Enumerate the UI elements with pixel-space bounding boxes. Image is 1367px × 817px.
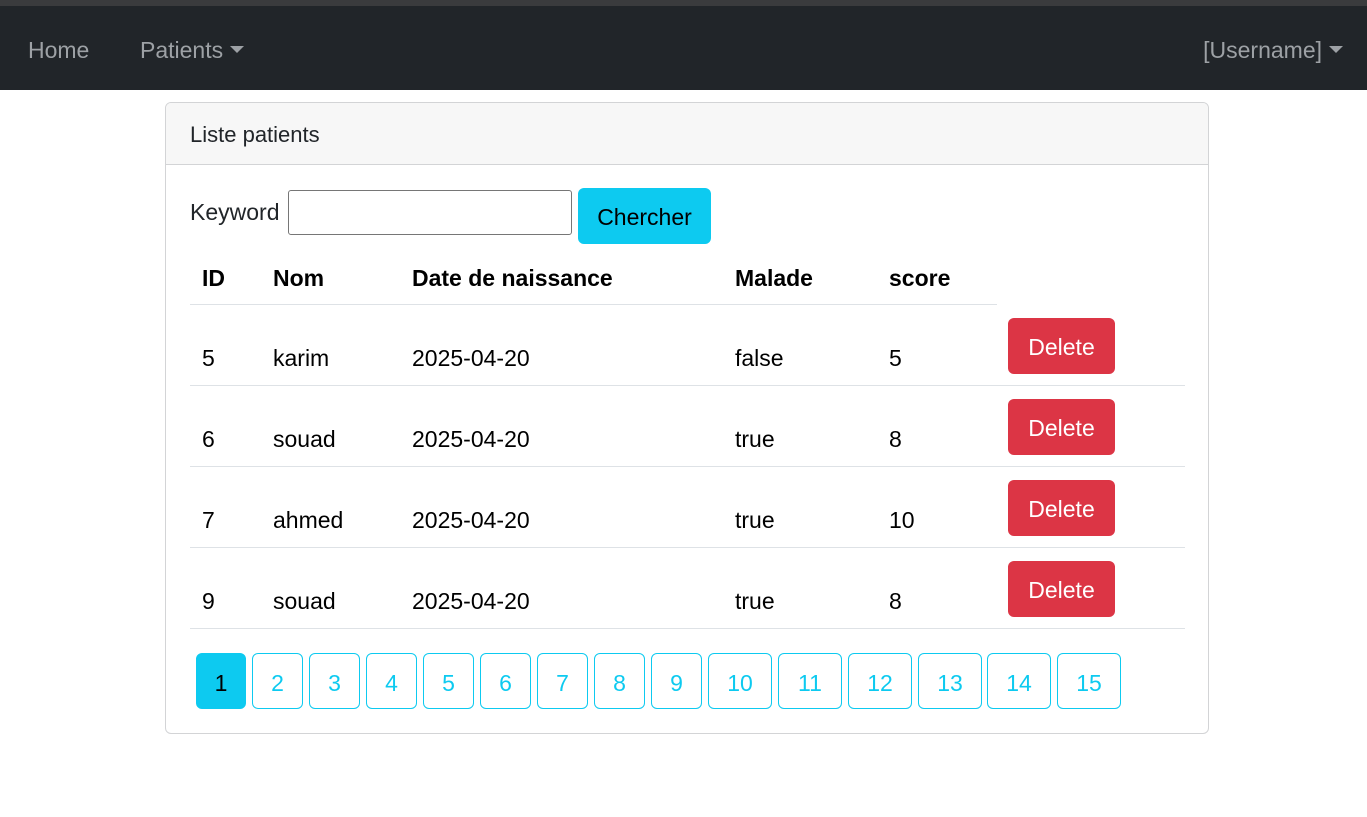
column-header-id: ID <box>202 265 225 291</box>
card-title: Liste patients <box>166 103 1208 165</box>
search-button[interactable]: Chercher <box>578 188 711 244</box>
delete-button[interactable]: Delete <box>1008 480 1115 536</box>
table-row: 7 ahmed 2025-04-20 true 10 Delete <box>190 467 1185 548</box>
cell-malade: true <box>735 507 775 533</box>
cell-nom: souad <box>273 426 336 452</box>
table-row: 6 souad 2025-04-20 true 8 Delete <box>190 386 1185 467</box>
caret-down-icon <box>230 46 245 54</box>
page-button-10[interactable]: 10 <box>708 653 772 709</box>
page-button-14[interactable]: 14 <box>987 653 1051 709</box>
cell-score: 5 <box>889 345 902 371</box>
nav-home-link[interactable]: Home <box>28 6 89 90</box>
cell-id: 7 <box>202 507 215 533</box>
delete-button[interactable]: Delete <box>1008 399 1115 455</box>
cell-malade: false <box>735 345 784 371</box>
delete-button[interactable]: Delete <box>1008 561 1115 617</box>
keyword-input[interactable] <box>288 190 572 235</box>
column-header-malade: Malade <box>735 265 813 291</box>
navbar: Home Patients [Username] <box>0 6 1367 90</box>
nav-user-label: [Username] <box>1203 37 1322 63</box>
page-button-8[interactable]: 8 <box>594 653 645 709</box>
page-button-7[interactable]: 7 <box>537 653 588 709</box>
table-row: 9 souad 2025-04-20 true 8 Delete <box>190 548 1185 629</box>
keyword-label: Keyword <box>190 199 280 225</box>
cell-nom: ahmed <box>273 507 344 533</box>
page-button-5[interactable]: 5 <box>423 653 474 709</box>
nav-patients-label: Patients <box>140 37 224 63</box>
cell-score: 10 <box>889 507 915 533</box>
cell-id: 6 <box>202 426 215 452</box>
cell-nom: souad <box>273 588 336 614</box>
column-header-score: score <box>889 265 951 291</box>
page-button-1[interactable]: 1 <box>196 653 246 709</box>
page-button-2[interactable]: 2 <box>252 653 303 709</box>
cell-nom: karim <box>273 345 330 371</box>
page-button-12[interactable]: 12 <box>848 653 912 709</box>
cell-malade: true <box>735 588 775 614</box>
cell-date: 2025-04-20 <box>412 588 530 614</box>
page-button-4[interactable]: 4 <box>366 653 417 709</box>
patients-card: Liste patients Keyword Chercher ID Nom D… <box>165 102 1209 734</box>
cell-malade: true <box>735 426 775 452</box>
page-button-13[interactable]: 13 <box>918 653 982 709</box>
page-button-11[interactable]: 11 <box>778 653 842 709</box>
page-button-9[interactable]: 9 <box>651 653 702 709</box>
caret-down-icon <box>1329 46 1343 54</box>
page-button-3[interactable]: 3 <box>309 653 360 709</box>
delete-button[interactable]: Delete <box>1008 318 1115 374</box>
row-divider <box>190 628 1185 629</box>
nav-user-dropdown[interactable]: [Username] <box>1203 6 1343 90</box>
column-header-nom: Nom <box>273 265 325 291</box>
cell-date: 2025-04-20 <box>412 345 530 371</box>
cell-date: 2025-04-20 <box>412 426 530 452</box>
cell-id: 5 <box>202 345 215 371</box>
page-button-6[interactable]: 6 <box>480 653 531 709</box>
cell-date: 2025-04-20 <box>412 507 530 533</box>
page-button-15[interactable]: 15 <box>1057 653 1121 709</box>
nav-patients-dropdown[interactable]: Patients <box>140 6 245 90</box>
cell-id: 9 <box>202 588 215 614</box>
cell-score: 8 <box>889 588 902 614</box>
table-row: 5 karim 2025-04-20 false 5 Delete <box>190 305 1185 386</box>
column-header-date: Date de naissance <box>412 265 613 291</box>
cell-score: 8 <box>889 426 902 452</box>
